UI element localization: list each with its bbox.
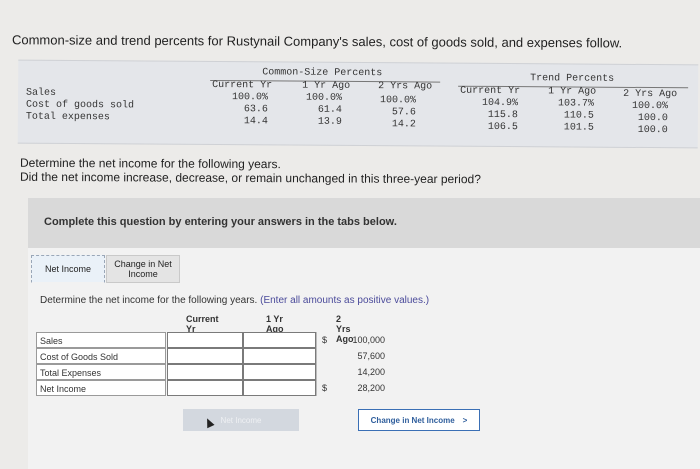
col-header-2yrs: 2 Yrs Ago [378,81,433,93]
col-header-1yr: 1 Yr Ago [302,80,351,92]
grid-label-sales: Sales [36,332,166,348]
question-title: Common-size and trend percents for Rusty… [11,32,623,51]
trend-expenses-current: 106.5 [487,121,518,134]
trend-sales-2yrs: 100.0% [631,100,669,113]
cogs-2yrs-value: 57,600 [316,348,388,364]
common-sales-1yr: 100.0% [305,92,343,104]
common-expenses-1yr: 13.9 [317,116,342,128]
trend-expenses-2yrs: 100.0 [637,124,668,137]
sales-2yrs-value: 100,000 [316,332,388,348]
panel-prompt: Determine the net income for the followi… [40,295,429,306]
panel-prompt-text: Determine the net income for the followi… [40,295,258,306]
common-sales-2yrs: 100.0% [379,95,417,107]
grid-label-expenses: Total Expenses [36,364,166,380]
prev-tab-button[interactable]: Net Income [183,409,299,431]
trend-col-header-current: Current Yr [460,85,521,98]
trend-col-header-1yr: 1 Yr Ago [548,86,597,98]
next-tab-label: Change in Net Income [370,415,455,425]
sales-1yr-input[interactable] [243,332,316,348]
trend-col-header-2yrs: 2 Yrs Ago [623,88,678,101]
sales-current-input[interactable] [167,332,243,348]
common-cogs-2yrs: 57.6 [391,107,416,119]
common-sales-current: 100.0% [231,92,269,104]
common-expenses-2yrs: 14.2 [391,119,416,131]
net-income-1yr-input[interactable] [243,380,316,396]
expenses-2yrs-value: 14,200 [316,364,388,380]
panel-prompt-note: (Enter all amounts as positive values.) [260,295,430,306]
trend-header: Trend Percents [530,73,615,85]
trend-cogs-2yrs: 100.0 [637,112,668,125]
grid-header-1yr: 1 Yr Ago [266,314,284,334]
instructions: Determine the net income for the followi… [20,156,481,186]
common-size-header: Common-Size Percents [262,67,383,80]
complete-banner-text: Complete this question by entering your … [44,216,397,228]
row-label-cogs: Cost of goods sold [25,99,135,112]
common-cogs-1yr: 61.4 [317,104,342,116]
grid-label-cogs: Cost of Goods Sold [36,348,166,364]
trend-expenses-1yr: 101.5 [563,122,594,134]
row-label-sales: Sales [26,87,57,99]
common-cogs-current: 63.6 [243,104,268,116]
row-label-expenses: Total expenses [25,111,110,124]
grid-header-current: Current Yr [186,314,219,334]
next-tab-button[interactable]: Change in Net Income > [358,409,480,431]
prev-tab-label: Net Income [220,415,262,425]
net-income-current-input[interactable] [167,380,243,396]
trend-sales-1yr: 103.7% [557,98,595,110]
trend-sales-current: 104.9% [481,97,519,110]
cogs-current-input[interactable] [167,348,243,364]
answer-panel: Net Income Change in Net Income Determin… [28,248,700,469]
common-expenses-current: 14.4 [243,116,268,128]
trend-cogs-current: 115.8 [487,109,518,122]
expenses-current-input[interactable] [167,364,243,380]
chevron-right-icon: > [462,415,468,425]
instruction-line-2: Did the net income increase, decrease, o… [19,169,481,187]
cogs-1yr-input[interactable] [243,348,316,364]
tab-net-income[interactable]: Net Income [31,255,105,283]
col-header-current: Current Yr [212,79,273,92]
expenses-1yr-input[interactable] [243,364,316,380]
net-income-2yrs-value: 28,200 [316,380,388,396]
grid-label-net-income: Net Income [36,380,166,396]
complete-banner: Complete this question by entering your … [28,198,700,248]
data-table: Common-Size Percents Trend Percents Curr… [17,59,699,149]
trend-cogs-1yr: 110.5 [563,110,594,122]
tab-change-in-net-income[interactable]: Change in Net Income [106,255,180,283]
